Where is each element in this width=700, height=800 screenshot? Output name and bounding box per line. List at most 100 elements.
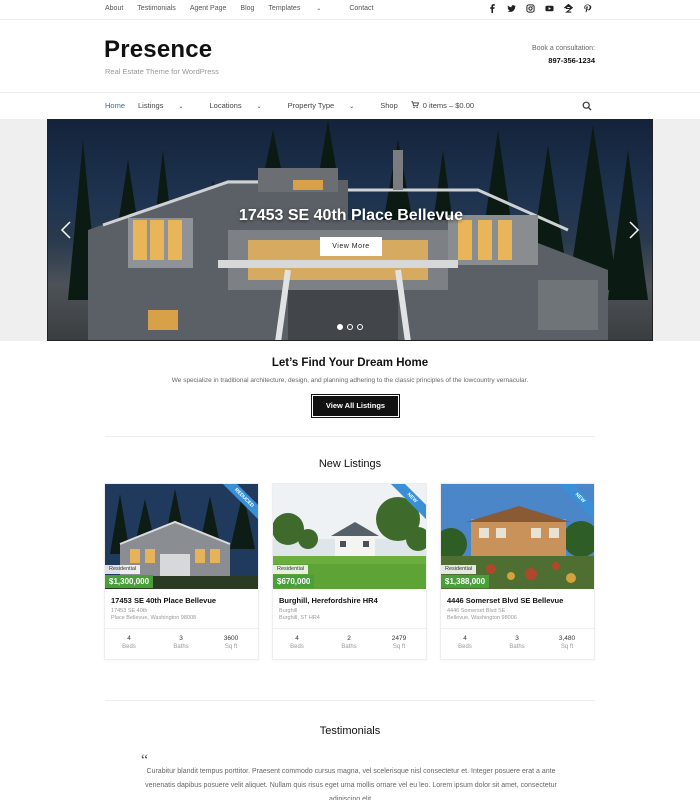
stat-beds: 4 Beds [445, 635, 485, 650]
listing-name[interactable]: 17453 SE 40th Place Bellevue [111, 596, 216, 605]
top-nav: About Testimonials Agent Page Blog Templ… [105, 5, 387, 12]
view-all-listings-button[interactable]: View All Listings [311, 394, 400, 418]
baths-label: Baths [341, 644, 357, 650]
baths-label: Baths [173, 644, 189, 650]
baths-label: Baths [509, 644, 525, 650]
site-logo[interactable]: Presence [104, 36, 212, 64]
sqft-value: 3,480 [558, 635, 576, 642]
slider-dot[interactable] [357, 324, 363, 330]
slider-dots [337, 324, 363, 330]
property-type-tag: Residential [273, 565, 309, 574]
top-link-blog[interactable]: Blog [240, 5, 254, 12]
listing-name[interactable]: 4446 Somerset Blvd SE Bellevue [447, 596, 563, 605]
chevron-down-icon: ⌄ [349, 104, 355, 110]
nav-property-type-label: Property Type [287, 101, 335, 110]
top-link-templates[interactable]: Templates ⌄ [268, 5, 335, 12]
youtube-icon[interactable] [545, 4, 554, 13]
top-link-about[interactable]: About [105, 5, 123, 12]
stat-baths: 2 Baths [329, 635, 369, 650]
pinterest-icon[interactable] [583, 4, 592, 13]
section-divider [105, 436, 595, 437]
listing-card[interactable]: REDUCED Residential $1,300,000 17453 SE … [104, 483, 259, 660]
listing-name[interactable]: Burghill, Herefordshire HR4 [279, 596, 378, 605]
new-listings-title: New Listings [318, 458, 382, 470]
stat-sqft: 3600 Sq ft [211, 635, 251, 650]
listing-address-line2: Place Bellevue, Washington 98008 [111, 615, 197, 621]
facebook-icon[interactable] [488, 4, 497, 13]
testimonial-text: Curabitur blandit tempus porttitor. Prae… [145, 768, 557, 800]
site-tagline: Real Estate Theme for WordPress [105, 67, 219, 76]
sqft-value: 2479 [391, 635, 407, 642]
listing-address-line2: Burghill, ST HR4 [279, 615, 320, 621]
stat-beds: 4 Beds [277, 635, 317, 650]
stat-baths: 3 Baths [161, 635, 201, 650]
nav-property-type[interactable]: Property Type ⌄ [288, 101, 368, 110]
listing-price: $1,300,000 [105, 575, 154, 588]
chevron-down-icon: ⌄ [256, 104, 262, 110]
beds-value: 4 [127, 635, 131, 642]
stats-divider [105, 628, 258, 629]
chevron-left-icon[interactable] [60, 220, 72, 240]
chevron-down-icon: ⌄ [316, 6, 322, 12]
intro-title: Let’s Find Your Dream Home [271, 357, 429, 369]
top-link-agent-page[interactable]: Agent Page [190, 5, 227, 12]
section-divider [105, 700, 595, 701]
nav-listings[interactable]: Listings ⌄ [138, 101, 196, 110]
hero-title: 17453 SE 40th Place Bellevue [238, 207, 464, 224]
main-nav: Home Listings ⌄ Locations ⌄ Property Type ⌄… [0, 92, 700, 119]
beds-label: Beds [122, 644, 136, 650]
sqft-label: Sq ft [392, 644, 406, 650]
stats-divider [441, 628, 594, 629]
hero-house-image [68, 120, 648, 340]
nav-cart[interactable]: 0 items – $0.00 [411, 101, 487, 110]
beds-value: 4 [295, 635, 299, 642]
listing-photo[interactable]: REDUCED Residential $1,300,000 [105, 484, 258, 589]
listing-price: $1,388,000 [441, 575, 490, 588]
top-link-testimonials[interactable]: Testimonials [137, 5, 176, 12]
testimonials-title: Testimonials [319, 725, 381, 737]
listing-card[interactable]: NEW Residential $1,388,000 4446 Somerset… [440, 483, 595, 660]
baths-value: 2 [347, 635, 351, 642]
listing-price: $670,000 [273, 575, 315, 588]
phone-number[interactable]: 897-356-1234 [548, 56, 595, 65]
stat-sqft: 3,480 Sq ft [547, 635, 587, 650]
sqft-label: Sq ft [224, 644, 238, 650]
chevron-right-icon[interactable] [628, 220, 640, 240]
view-more-button[interactable]: View More [320, 237, 382, 256]
beds-label: Beds [458, 644, 472, 650]
listing-address-line1: 4446 Somerset Blvd SE [447, 608, 506, 614]
intro-text: We specialize in traditional architectur… [171, 377, 529, 384]
stat-baths: 3 Baths [497, 635, 537, 650]
listing-photo[interactable]: NEW Residential $670,000 [273, 484, 426, 589]
nav-locations[interactable]: Locations ⌄ [209, 101, 274, 110]
nav-home[interactable]: Home [105, 101, 125, 110]
top-link-templates-label: Templates [268, 5, 301, 12]
listing-card[interactable]: NEW Residential $670,000 Burghill, Heref… [272, 483, 427, 660]
hero-slider[interactable]: 17453 SE 40th Place Bellevue View More [47, 119, 653, 341]
stat-sqft: 2479 Sq ft [379, 635, 419, 650]
instagram-icon[interactable] [526, 4, 535, 13]
sqft-label: Sq ft [560, 644, 574, 650]
nav-shop[interactable]: Shop [380, 101, 398, 110]
nav-locations-label: Locations [209, 101, 242, 110]
stat-beds: 4 Beds [109, 635, 149, 650]
twitter-icon[interactable] [507, 4, 516, 13]
slider-dot[interactable] [347, 324, 353, 330]
listing-address-line1: 17453 SE 40th [111, 608, 148, 614]
chevron-down-icon: ⌄ [178, 104, 184, 110]
baths-value: 3 [179, 635, 183, 642]
top-link-contact[interactable]: Contact [349, 5, 373, 12]
slider-dot[interactable] [337, 324, 343, 330]
zillow-icon[interactable] [564, 4, 573, 13]
listing-photo[interactable]: NEW Residential $1,388,000 [441, 484, 594, 589]
social-links [488, 4, 592, 13]
baths-value: 3 [515, 635, 519, 642]
property-type-tag: Residential [441, 565, 477, 574]
listing-address-line2: Bellevue, Washington 98006 [447, 615, 517, 621]
cart-icon [411, 101, 419, 109]
sqft-value: 3600 [223, 635, 239, 642]
search-icon[interactable] [582, 101, 592, 111]
beds-label: Beds [290, 644, 304, 650]
listing-address-line1: Burghill [279, 608, 298, 614]
property-type-tag: Residential [105, 565, 141, 574]
